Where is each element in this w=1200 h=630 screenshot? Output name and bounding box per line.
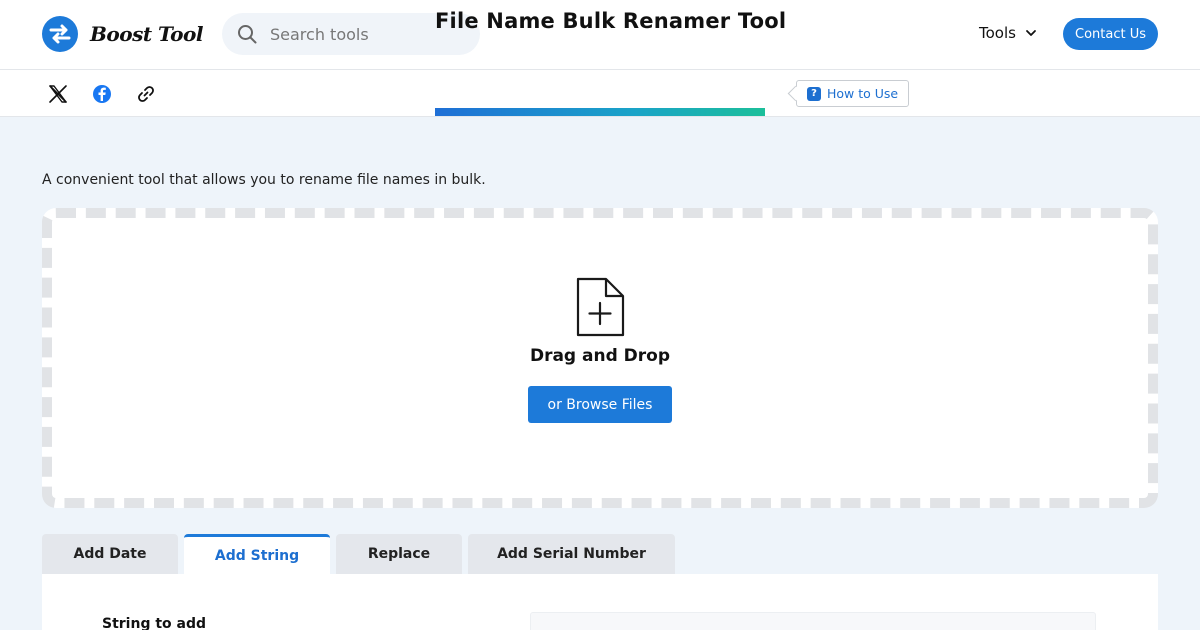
swap-arrows-logo-icon — [42, 16, 78, 52]
x-icon[interactable] — [48, 84, 68, 104]
tab-add-date[interactable]: Add Date — [42, 534, 178, 574]
tab-add-serial-number[interactable]: Add Serial Number — [468, 534, 675, 574]
page-title: File Name Bulk Renamer Tool — [435, 9, 787, 33]
string-to-add-label: String to add — [102, 616, 207, 630]
tab-replace[interactable]: Replace — [336, 534, 462, 574]
file-add-icon — [576, 277, 625, 337]
link-icon[interactable] — [136, 84, 156, 104]
string-to-add-input[interactable] — [530, 612, 1096, 630]
question-icon: ? — [807, 86, 821, 101]
brand-logo[interactable]: Boost Tool — [42, 16, 203, 52]
chevron-down-icon — [1026, 30, 1036, 36]
browse-files-button[interactable]: or Browse Files — [528, 386, 672, 423]
how-to-use-label: How to Use — [827, 86, 899, 101]
tool-description: A convenient tool that allows you to ren… — [42, 172, 486, 188]
brand-name: Boost Tool — [90, 22, 203, 46]
drag-drop-title: Drag and Drop — [529, 346, 671, 366]
facebook-icon[interactable] — [92, 84, 112, 104]
search-icon — [238, 25, 257, 44]
title-underline — [435, 108, 765, 116]
tab-add-string[interactable]: Add String — [184, 534, 330, 574]
tools-dropdown[interactable]: Tools — [979, 24, 1038, 42]
tools-label: Tools — [979, 24, 1016, 42]
contact-us-button[interactable]: Contact Us — [1063, 18, 1158, 50]
how-to-use-button[interactable]: ? How to Use — [796, 80, 910, 107]
